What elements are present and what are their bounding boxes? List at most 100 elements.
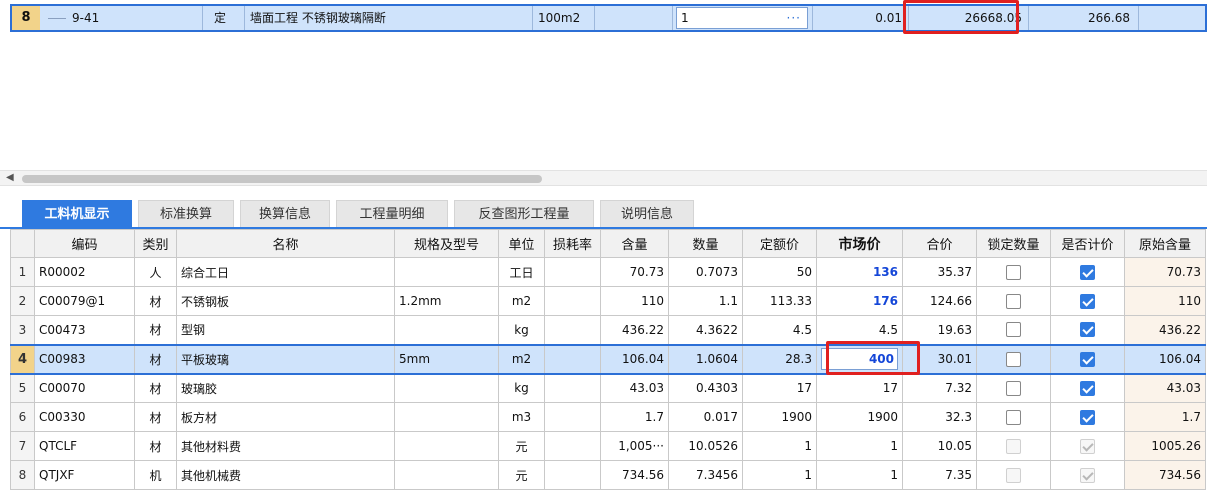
- col-header[interactable]: 规格及型号: [394, 229, 499, 258]
- quota-unit[interactable]: 100m2: [538, 6, 588, 30]
- qty-cell[interactable]: 1.0604: [668, 343, 743, 375]
- orig-content-cell[interactable]: 70.73: [1124, 257, 1206, 287]
- market-price-cell[interactable]: 1: [816, 431, 903, 461]
- tab-quantity-detail[interactable]: 工程量明细: [336, 200, 448, 228]
- unit-cell[interactable]: m2: [498, 286, 545, 316]
- content-cell[interactable]: 1,005···: [600, 431, 669, 461]
- quota-total[interactable]: 266.68: [1034, 6, 1130, 30]
- sum-cell[interactable]: 124.66: [902, 286, 977, 316]
- orig-content-cell[interactable]: 734.56: [1124, 460, 1206, 490]
- quota-code[interactable]: 9-41: [72, 6, 192, 30]
- market-price-cell[interactable]: 17: [816, 373, 903, 403]
- loss-cell[interactable]: [544, 315, 601, 345]
- priced-cell[interactable]: [1050, 286, 1125, 316]
- quota-rate[interactable]: 0.01: [818, 6, 902, 30]
- loss-cell[interactable]: [544, 373, 601, 403]
- tab-reverse-graphic-quantity[interactable]: 反查图形工程量: [454, 200, 594, 228]
- spec-cell[interactable]: 5mm: [394, 343, 499, 375]
- type-cell[interactable]: 材: [134, 373, 177, 403]
- table-row[interactable]: 8 QTJXF 机其他机械费元 734.56 7.3456 1 1 7.35 734.56: [10, 460, 1206, 490]
- orig-content-cell[interactable]: 1005.26: [1124, 431, 1206, 461]
- table-row[interactable]: 4 C00983 材平板玻璃 5mm m2 106.04 1.0604 28.3 400 30.0…: [10, 343, 1206, 375]
- type-cell[interactable]: 材: [134, 315, 177, 345]
- content-cell[interactable]: 1.7: [600, 402, 669, 432]
- lock-qty-cell[interactable]: [976, 343, 1051, 375]
- name-cell[interactable]: 其他机械费: [176, 460, 395, 490]
- code-cell[interactable]: R00002: [34, 257, 135, 287]
- loss-cell[interactable]: [544, 460, 601, 490]
- spec-cell[interactable]: [394, 257, 499, 287]
- lock-qty-cell[interactable]: [976, 257, 1051, 287]
- checkbox[interactable]: [1006, 409, 1021, 425]
- checkbox[interactable]: [1080, 322, 1095, 338]
- spec-cell[interactable]: [394, 373, 499, 403]
- sum-cell[interactable]: 7.32: [902, 373, 977, 403]
- priced-cell[interactable]: [1050, 315, 1125, 345]
- market-price-cell[interactable]: 136: [816, 257, 903, 287]
- col-header-market-price[interactable]: 市场价: [816, 229, 903, 258]
- tab-standard-conversion[interactable]: 标准换算: [138, 200, 234, 228]
- col-header[interactable]: 原始含量: [1124, 229, 1206, 258]
- spec-cell[interactable]: 1.2mm: [394, 286, 499, 316]
- sum-cell[interactable]: 35.37: [902, 257, 977, 287]
- unit-cell[interactable]: 工日: [498, 257, 545, 287]
- qty-cell[interactable]: 0.7073: [668, 257, 743, 287]
- unit-cell[interactable]: m3: [498, 402, 545, 432]
- orig-content-cell[interactable]: 436.22: [1124, 315, 1206, 345]
- market-price-cell[interactable]: 1900: [816, 402, 903, 432]
- priced-cell[interactable]: [1050, 460, 1125, 490]
- name-cell[interactable]: 综合工日: [176, 257, 395, 287]
- checkbox[interactable]: [1080, 351, 1095, 367]
- type-cell[interactable]: 材: [134, 431, 177, 461]
- table-row[interactable]: 1 R00002 人综合工日 工日 70.73 0.7073 50 136 35.37 70.73: [10, 257, 1206, 287]
- qty-cell[interactable]: 7.3456: [668, 460, 743, 490]
- col-header[interactable]: 单位: [498, 229, 545, 258]
- priced-cell[interactable]: [1050, 402, 1125, 432]
- unit-cell[interactable]: kg: [498, 315, 545, 345]
- code-cell[interactable]: QTCLF: [34, 431, 135, 461]
- loss-cell[interactable]: [544, 343, 601, 375]
- priced-cell[interactable]: [1050, 257, 1125, 287]
- unit-cell[interactable]: m2: [498, 343, 545, 375]
- col-header[interactable]: 合价: [902, 229, 977, 258]
- quota-price-cell[interactable]: 1: [742, 460, 817, 490]
- orig-content-cell[interactable]: 43.03: [1124, 373, 1206, 403]
- checkbox[interactable]: [1006, 380, 1021, 396]
- type-cell[interactable]: 材: [134, 343, 177, 375]
- name-cell[interactable]: 其他材料费: [176, 431, 395, 461]
- priced-cell[interactable]: [1050, 373, 1125, 403]
- orig-content-cell[interactable]: 110: [1124, 286, 1206, 316]
- sum-cell[interactable]: 10.05: [902, 431, 977, 461]
- loss-cell[interactable]: [544, 402, 601, 432]
- qty-cell[interactable]: 0.017: [668, 402, 743, 432]
- unit-cell[interactable]: 元: [498, 431, 545, 461]
- col-header[interactable]: 损耗率: [544, 229, 601, 258]
- unit-cell[interactable]: kg: [498, 373, 545, 403]
- type-cell[interactable]: 机: [134, 460, 177, 490]
- content-cell[interactable]: 436.22: [600, 315, 669, 345]
- lock-qty-cell[interactable]: [976, 315, 1051, 345]
- code-cell[interactable]: C00079@1: [34, 286, 135, 316]
- market-price-cell[interactable]: 1: [816, 460, 903, 490]
- quota-price-cell[interactable]: 113.33: [742, 286, 817, 316]
- sum-cell[interactable]: 32.3: [902, 402, 977, 432]
- type-cell[interactable]: 材: [134, 286, 177, 316]
- col-header[interactable]: 定额价: [742, 229, 817, 258]
- code-cell[interactable]: C00330: [34, 402, 135, 432]
- type-cell[interactable]: 材: [134, 402, 177, 432]
- quota-price-cell[interactable]: 4.5: [742, 315, 817, 345]
- col-header[interactable]: 数量: [668, 229, 743, 258]
- col-header[interactable]: 编码: [34, 229, 135, 258]
- table-row[interactable]: 6 C00330 材板方材 m3 1.7 0.017 1900 1900 32.3 1.7: [10, 402, 1206, 432]
- content-cell[interactable]: 734.56: [600, 460, 669, 490]
- quota-price-cell[interactable]: 17: [742, 373, 817, 403]
- name-cell[interactable]: 板方材: [176, 402, 395, 432]
- lock-qty-cell[interactable]: [976, 286, 1051, 316]
- qty-cell[interactable]: 0.4303: [668, 373, 743, 403]
- lock-qty-cell[interactable]: [976, 460, 1051, 490]
- loss-cell[interactable]: [544, 286, 601, 316]
- quota-price-cell[interactable]: 50: [742, 257, 817, 287]
- orig-content-cell[interactable]: 1.7: [1124, 402, 1206, 432]
- quota-row-selected[interactable]: 8 9-41 定 墙面工程 不锈钢玻璃隔断 100m2 1 ··· 0.01 2…: [10, 4, 1207, 32]
- name-cell[interactable]: 玻璃胶: [176, 373, 395, 403]
